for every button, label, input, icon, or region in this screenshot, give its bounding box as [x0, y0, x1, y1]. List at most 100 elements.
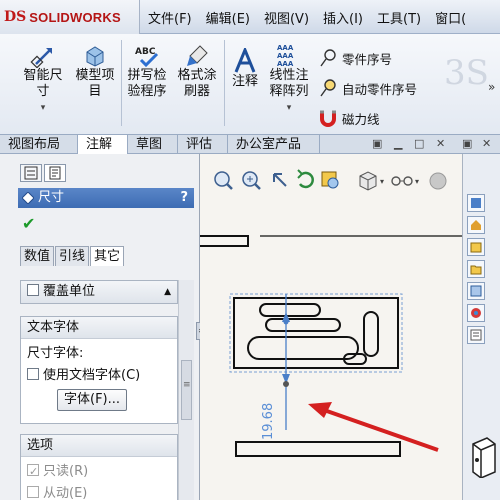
read-only-label: 只读(R) [43, 464, 89, 479]
part-preview-icon [472, 437, 496, 478]
text-font-section: 文本字体 尺寸字体: 使用文档字体(C) 字体(F)... [20, 316, 178, 424]
smart-dimension-label-2: 寸 [36, 84, 50, 99]
auto-balloon-button[interactable]: 自动零件序号 [318, 78, 417, 98]
menu-edit[interactable]: 编辑(E) [206, 8, 250, 27]
menu-insert[interactable]: 插入(I) [323, 8, 363, 27]
model-items-button[interactable]: 模型项 目 [72, 44, 118, 100]
restore-icon[interactable]: ▣ [372, 137, 382, 150]
balloon-icon [320, 49, 336, 67]
note-button[interactable]: 注释 [228, 48, 262, 90]
design-library-icon[interactable] [467, 238, 485, 256]
subtab-leaders[interactable]: 引线 [55, 246, 90, 266]
read-only-checkbox: ✓ [27, 464, 39, 478]
task-pane-expand-icon[interactable] [467, 194, 485, 212]
override-units-section: 覆盖单位 ▲ [20, 280, 178, 304]
doc-close-icon[interactable]: ✕ [482, 137, 491, 150]
driven-checkbox [27, 486, 39, 498]
drawing-canvas[interactable]: ▾ ▾ 19.68 [200, 154, 462, 500]
driven-label: 从动(E) [43, 486, 88, 500]
use-document-font-row[interactable]: 使用文档字体(C) [27, 365, 171, 387]
custom-properties-icon[interactable] [467, 326, 485, 344]
balloon-label: 零件序号 [342, 51, 393, 67]
logo-text: SOLIDWORKS [29, 9, 121, 25]
model-items-label-2: 目 [88, 84, 102, 99]
appearances-icon[interactable] [467, 304, 485, 322]
smart-dimension-button[interactable]: 智能尺 寸 ▾ [18, 44, 68, 116]
use-document-font-checkbox[interactable] [27, 368, 39, 380]
svg-text:AAA: AAA [277, 52, 294, 60]
override-units-header[interactable]: 覆盖单位 ▲ [21, 281, 177, 303]
menu-window[interactable]: 窗口( [435, 8, 466, 27]
command-tabs: 视图布局 注解 草图 评估 办公室产品 ▣ ▁ □ ✕ ▣ ✕ [0, 134, 500, 154]
spell-icon-text: ABC [135, 47, 156, 57]
linear-note-pattern-button[interactable]: AAA AAA AAA 线性注 释阵列 ▾ [266, 42, 312, 116]
dimension-value-text[interactable]: 19.68 [261, 403, 276, 440]
menu-view[interactable]: 视图(V) [264, 8, 309, 27]
property-title-bar: 尺寸 ? [18, 188, 194, 208]
spell-checker-button[interactable]: ABC 拼写检 验程序 [124, 44, 170, 100]
format-painter-button[interactable]: 格式涂 刷器 [174, 44, 220, 100]
note-icon [234, 48, 256, 73]
model-items-icon [86, 46, 104, 67]
tab-evaluate[interactable]: 评估 [178, 135, 228, 154]
solidworks-window: DS SOLIDWORKS 文件(F) 编辑(E) 视图(V) 插入(I) 工具… [0, 0, 500, 500]
magnetic-line-button[interactable]: 磁力线 [318, 108, 380, 128]
format-painter-icon [187, 45, 208, 66]
auto-balloon-icon [320, 79, 336, 97]
doc-restore-icon[interactable]: ▣ [462, 137, 472, 150]
magnet-icon [320, 110, 336, 127]
font-button[interactable]: 字体(F)... [57, 389, 128, 411]
auto-balloon-label: 自动零件序号 [342, 81, 418, 97]
property-title: 尺寸 [38, 190, 65, 205]
view-palette-icon[interactable] [467, 282, 485, 300]
property-subtabs: 数值 引线 其它 [20, 246, 125, 266]
home-icon[interactable] [467, 216, 485, 234]
spell-checker-label-1: 拼写检 [127, 68, 167, 83]
menu-file[interactable]: 文件(F) [148, 8, 192, 27]
task-pane [462, 154, 500, 500]
svg-text:AAA: AAA [277, 60, 294, 68]
subtab-other[interactable]: 其它 [90, 246, 125, 266]
smart-dimension-icon [30, 48, 52, 68]
smart-dimension-dropdown-icon[interactable]: ▾ [18, 100, 68, 116]
spell-check-icon: ABC [135, 47, 159, 68]
linear-pattern-label-1: 线性注 [269, 68, 309, 83]
feature-tree-icon [24, 166, 38, 180]
use-document-font-label: 使用文档字体(C) [43, 368, 141, 383]
ribbon-separator [121, 40, 122, 126]
file-explorer-icon[interactable] [467, 260, 485, 278]
override-units-label: 覆盖单位 [43, 284, 96, 299]
tab-view-layout[interactable]: 视图布局 [0, 135, 78, 154]
close-icon[interactable]: ✕ [436, 137, 445, 150]
panel-scrollbar[interactable]: ≡ [178, 280, 194, 500]
subtab-value[interactable]: 数值 [20, 246, 55, 266]
balloon-button[interactable]: 零件序号 [318, 48, 392, 68]
linear-pattern-label-2: 释阵列 [269, 84, 309, 99]
options-header: 选项 [21, 435, 177, 457]
tab-sketch[interactable]: 草图 [128, 135, 178, 154]
text-font-header: 文本字体 [21, 317, 177, 339]
model-items-label-1: 模型项 [75, 68, 115, 83]
feature-tree-tab[interactable] [20, 164, 42, 182]
solidworks-logo[interactable]: DS SOLIDWORKS [0, 0, 140, 34]
tab-office-products[interactable]: 办公室产品 [228, 135, 320, 154]
options-section: 选项 ✓ 只读(R) 从动(E) [20, 434, 178, 500]
property-tab[interactable] [44, 164, 66, 182]
command-manager-ribbon: 智能尺 寸 ▾ 模型项 目 ABC 拼写检 验程序 格式涂 刷器 注释 AAA … [0, 34, 500, 134]
minimize-icon[interactable]: ▁ [394, 137, 402, 150]
svg-text:AAA: AAA [277, 44, 294, 52]
help-icon[interactable]: ? [180, 188, 188, 208]
drawing-geometry: 19.68 [200, 235, 462, 457]
linear-pattern-icon: AAAAAAAAA [277, 44, 294, 68]
scrollbar-thumb[interactable] [181, 360, 192, 420]
maximize-icon[interactable]: □ [414, 137, 424, 150]
tab-annotation[interactable]: 注解 [78, 135, 128, 154]
linear-pattern-dropdown-icon[interactable]: ▾ [266, 100, 312, 116]
ribbon-expand-icon[interactable]: » [488, 80, 495, 94]
menu-tools[interactable]: 工具(T) [377, 8, 421, 27]
property-icon [49, 166, 61, 180]
collapse-icon[interactable]: ▲ [164, 281, 171, 303]
ok-check-icon[interactable]: ✔ [22, 214, 35, 233]
override-units-checkbox[interactable] [27, 284, 39, 296]
driven-row: 从动(E) [27, 483, 171, 500]
